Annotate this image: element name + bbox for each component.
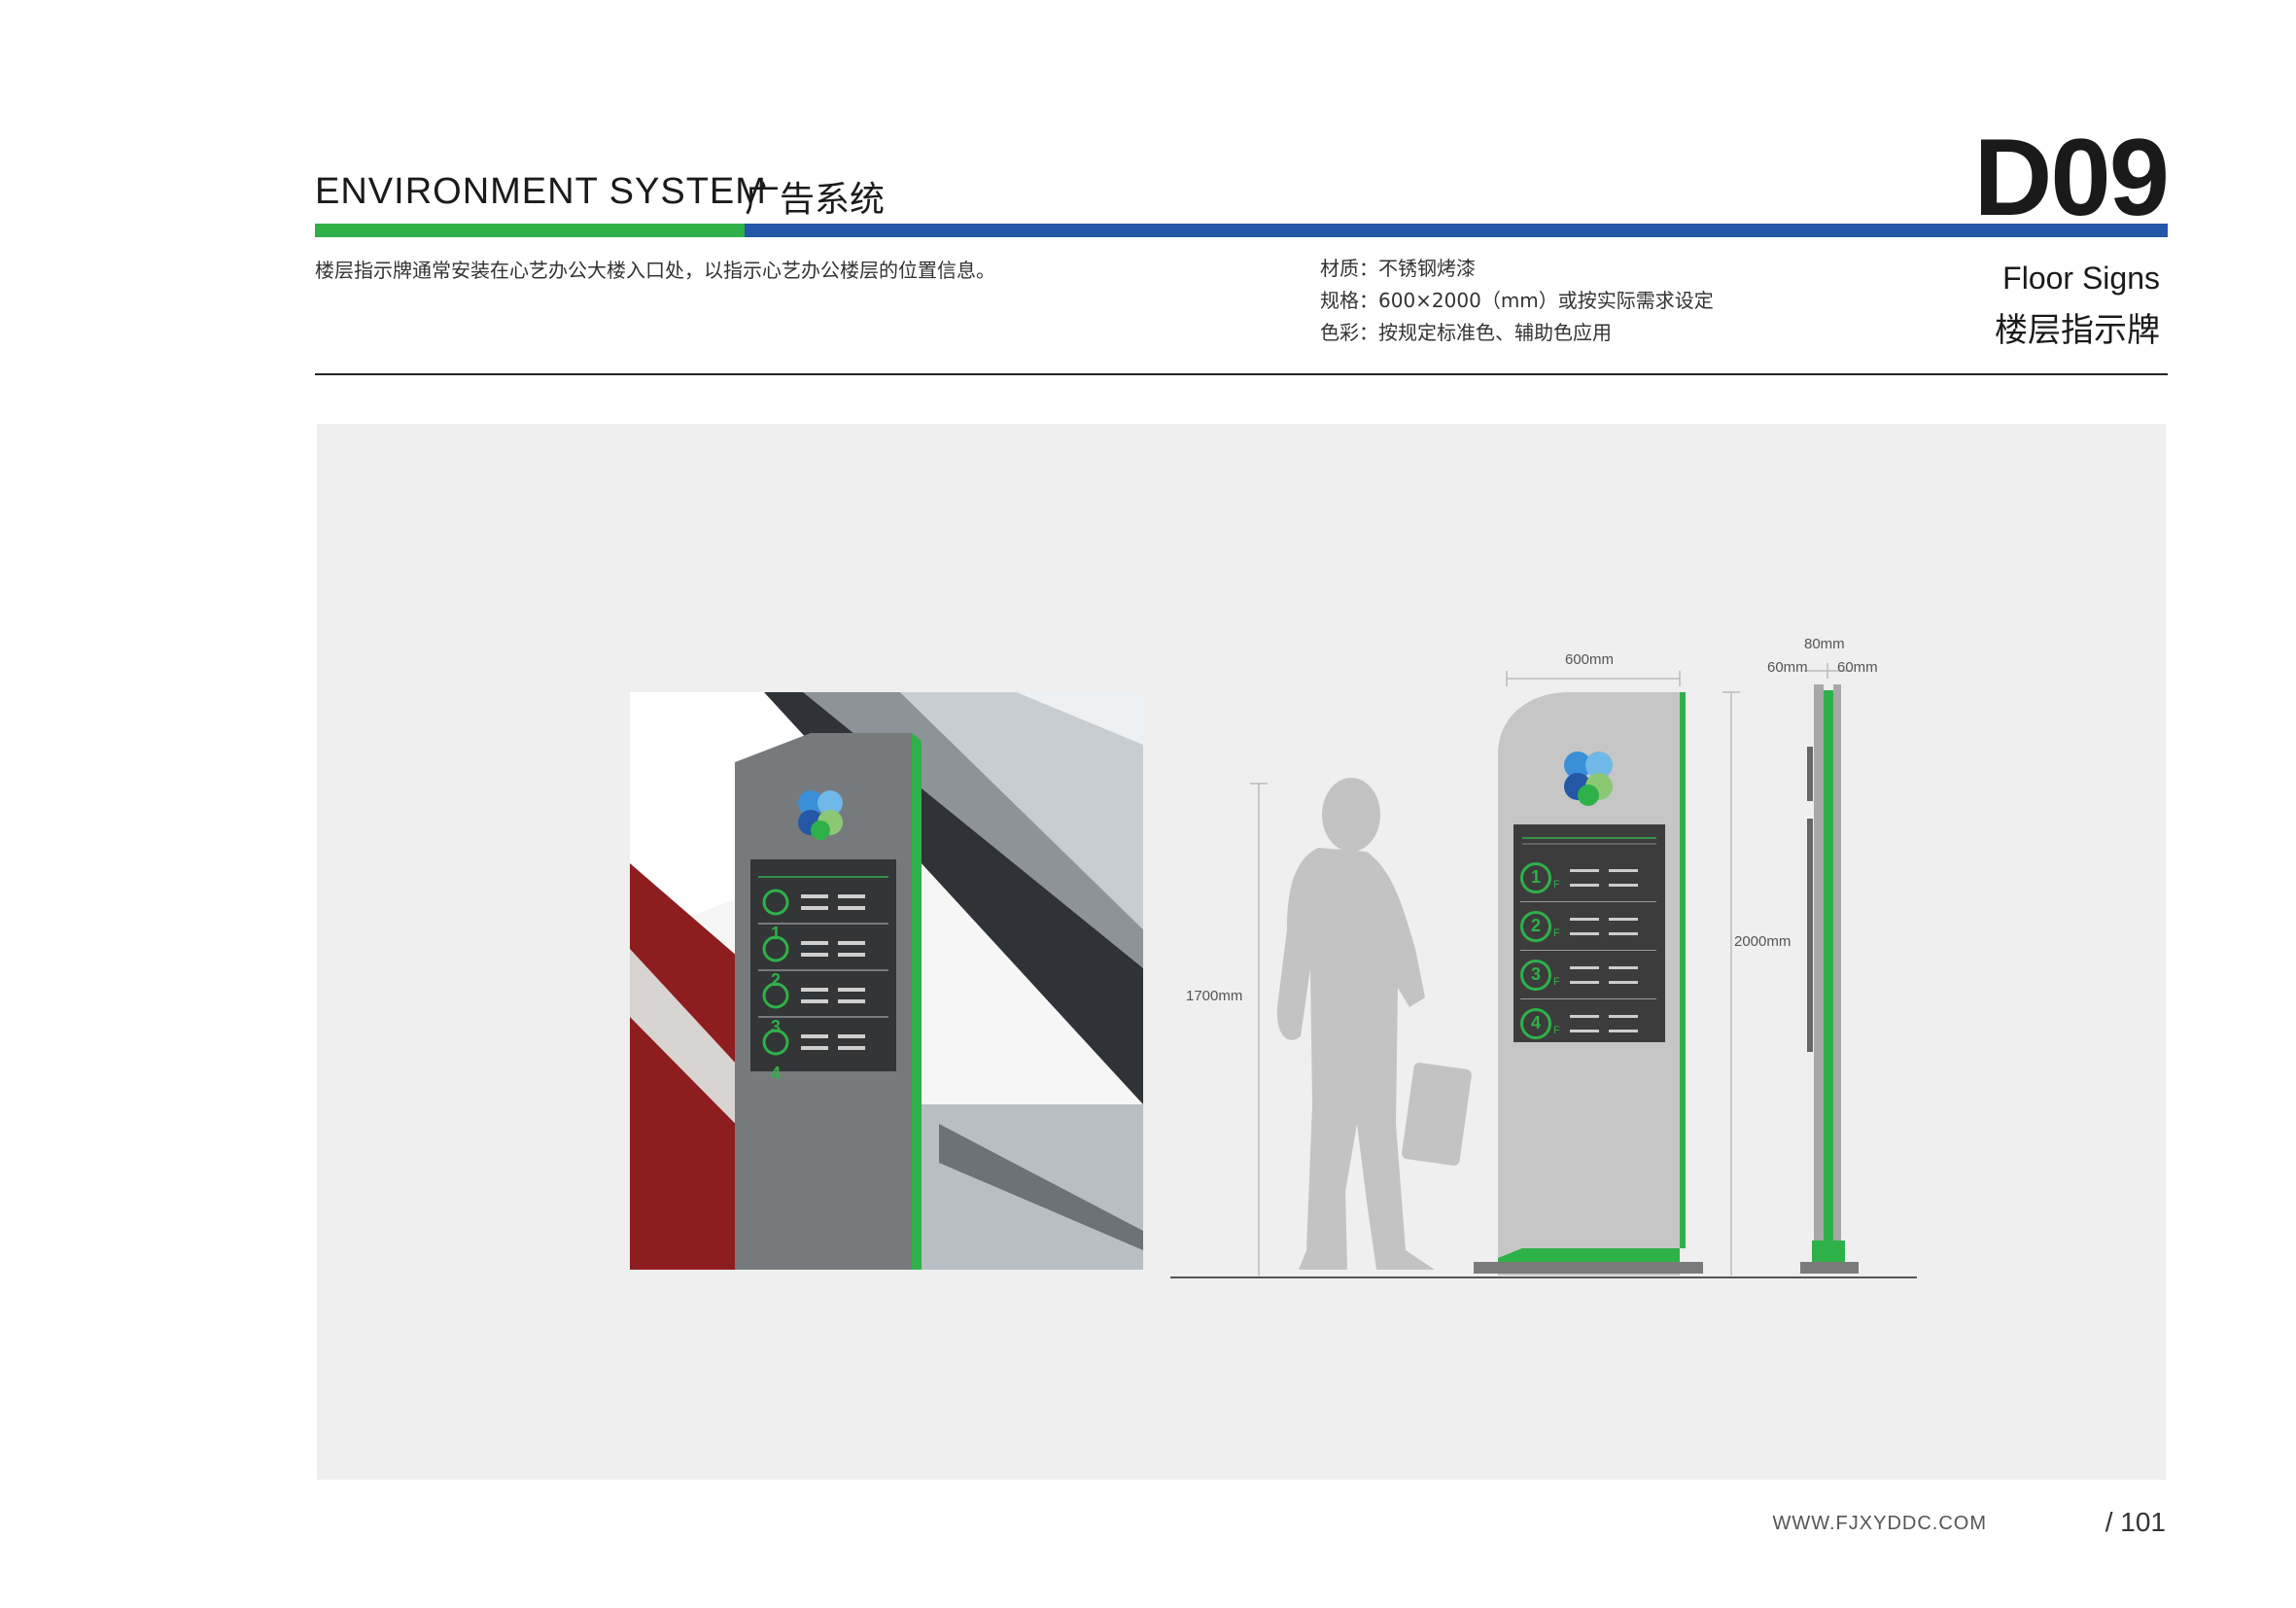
photo-floor-2: 2 xyxy=(771,970,782,990)
section-title-en: ENVIRONMENT SYSTEM xyxy=(315,171,767,212)
dept-placeholder xyxy=(1608,1014,1638,1032)
dept-placeholder xyxy=(1608,868,1638,887)
dept-placeholder xyxy=(1608,917,1638,935)
floor-number: 2 xyxy=(1520,910,1551,942)
floor-number: 4 xyxy=(1520,1007,1551,1039)
floor-number: 3 xyxy=(1520,959,1551,991)
spec-material: 材质：不锈钢烤漆 xyxy=(1320,257,1476,280)
dept-placeholder xyxy=(1608,965,1638,984)
floor-suffix: F xyxy=(1553,926,1560,939)
item-title-cn: 楼层指示牌 xyxy=(1995,311,2160,350)
illustration-svg xyxy=(630,663,1917,1278)
header-color-bar xyxy=(315,224,2168,237)
drawing-floor-row: 3 F xyxy=(1520,951,1656,999)
header-divider xyxy=(315,373,2168,375)
dim-person-label: 1700mm xyxy=(1186,988,1243,1004)
photo-logo-icon xyxy=(798,790,843,840)
page-code: D09 xyxy=(1973,117,2170,238)
dept-placeholder xyxy=(1569,965,1599,984)
photo-floor-4: 4 xyxy=(771,1064,782,1083)
floor-suffix: F xyxy=(1553,1024,1560,1036)
photo-render xyxy=(630,692,1143,1270)
drawing-floor-row: 4 F xyxy=(1520,999,1656,1047)
dim-width-label: 600mm xyxy=(1565,651,1615,668)
dim-side-left-label: 60mm xyxy=(1767,659,1808,676)
spec-list: 材质：不锈钢烤漆 规格：600×2000（mm）或按实际需求设定 色彩：按规定标… xyxy=(1320,253,1714,349)
photo-floor-3: 3 xyxy=(771,1017,782,1036)
drawing-floor-row: 2 F xyxy=(1520,902,1656,951)
dept-placeholder xyxy=(1569,917,1599,935)
illustration-panel: 1 2 3 4 1 F 2 F 3 F 4 F 600mm 2000mm 170… xyxy=(317,424,2166,1480)
floor-suffix: F xyxy=(1553,975,1560,988)
dim-depth-label: 80mm xyxy=(1804,636,1845,652)
drawing-floor-list: 1 F 2 F 3 F 4 F xyxy=(1520,854,1656,1047)
person-silhouette xyxy=(1276,778,1472,1270)
footer-url: WWW.FJXYDDC.COM xyxy=(1772,1513,1987,1534)
spec-size: 规格：600×2000（mm）或按实际需求设定 xyxy=(1320,289,1714,312)
section-title-cn: 广告系统 xyxy=(745,180,886,220)
drawing-floor-row: 1 F xyxy=(1520,854,1656,902)
header-bar-blue xyxy=(745,224,2168,237)
spec-color: 色彩：按规定标准色、辅助色应用 xyxy=(1320,321,1612,344)
item-title-en: Floor Signs xyxy=(2002,261,2160,296)
photo-floor-1: 1 xyxy=(771,924,782,943)
description: 楼层指示牌通常安装在心艺办公大楼入口处，以指示心艺办公楼层的位置信息。 xyxy=(315,259,995,282)
dim-height-label: 2000mm xyxy=(1734,933,1792,950)
floor-number: 1 xyxy=(1520,861,1551,893)
dept-placeholder xyxy=(1569,1014,1599,1032)
header-bar-green xyxy=(315,224,745,237)
dim-side-right-label: 60mm xyxy=(1837,659,1878,676)
dept-placeholder xyxy=(1569,868,1599,887)
floor-suffix: F xyxy=(1553,878,1560,891)
page-number: / 101 xyxy=(2105,1507,2166,1537)
sign-logo-icon xyxy=(1564,752,1613,806)
